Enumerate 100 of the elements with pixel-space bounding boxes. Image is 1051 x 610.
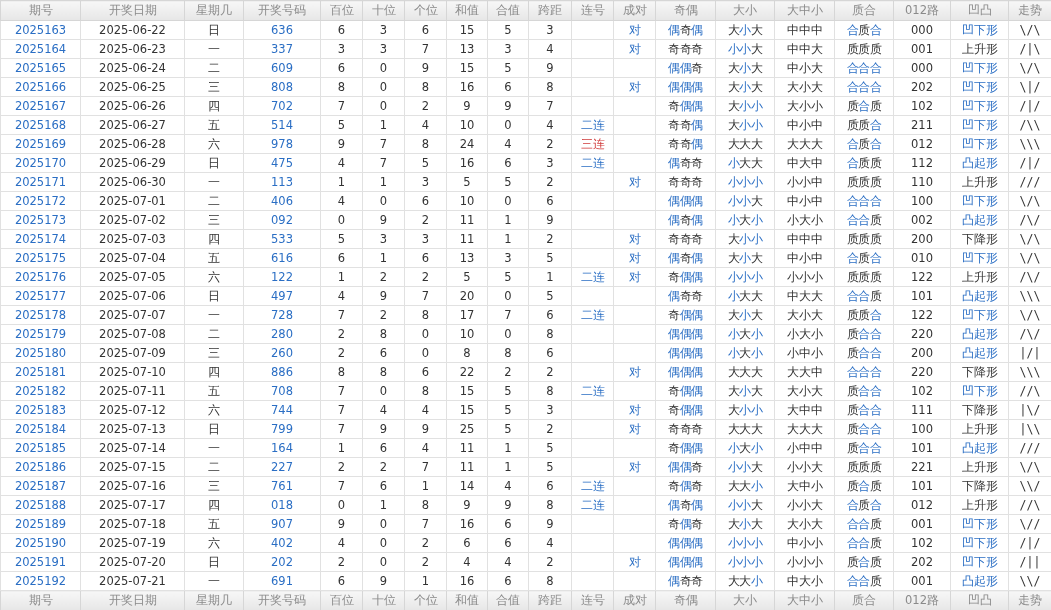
table-cell: 2025-07-13 xyxy=(80,419,185,439)
number-link[interactable]: 113 xyxy=(271,175,293,189)
table-cell: 110 xyxy=(893,172,951,192)
table-cell: 7 xyxy=(404,514,447,534)
table-cell: 大大中 xyxy=(774,362,835,382)
table-cell: 中小大 xyxy=(774,58,835,78)
table-cell: 奇奇奇 xyxy=(655,39,716,59)
column-header: 期号 xyxy=(0,0,81,21)
number-link[interactable]: 164 xyxy=(271,441,293,455)
table-cell: 13 xyxy=(446,248,488,268)
table-cell: 1 xyxy=(362,495,405,515)
table-cell: 2025-06-25 xyxy=(80,77,185,97)
number-link[interactable]: 978 xyxy=(271,137,293,151)
table-cell: 200 xyxy=(893,343,951,363)
table-cell: 凸起形 xyxy=(950,210,1009,230)
table-cell: 2 xyxy=(528,419,572,439)
number-link[interactable]: 406 xyxy=(271,194,293,208)
table-cell: 5 xyxy=(487,381,529,401)
number-link[interactable]: 227 xyxy=(271,460,293,474)
table-cell: 下降形 xyxy=(950,476,1009,496)
table-cell: 大小大 xyxy=(715,514,775,534)
table-cell: 三 xyxy=(184,343,244,363)
table-cell: 0 xyxy=(362,514,405,534)
table-cell: 5 xyxy=(487,419,529,439)
table-cell: 质合合 xyxy=(834,400,894,420)
number-link[interactable]: 018 xyxy=(271,498,293,512)
number-link[interactable]: 260 xyxy=(271,346,293,360)
table-cell: 中中中 xyxy=(774,229,835,249)
number-link[interactable]: 702 xyxy=(271,99,293,113)
table-cell: 上升形 xyxy=(950,495,1009,515)
number-link[interactable]: 708 xyxy=(271,384,293,398)
table-cell: 六 xyxy=(184,134,244,154)
table-cell: 大小大 xyxy=(715,248,775,268)
table-cell: 合合合 xyxy=(834,77,894,97)
table-cell: 二连 xyxy=(571,115,614,135)
table-cell: 一 xyxy=(184,39,244,59)
table-cell: 6 xyxy=(487,153,529,173)
table-cell: 5 xyxy=(487,20,529,40)
table-cell: 奇奇偶 xyxy=(655,115,716,135)
table-cell: 9 xyxy=(320,514,363,534)
table-cell: 8 xyxy=(404,495,447,515)
table-cell: 小中中 xyxy=(774,438,835,458)
table-cell: 2025-06-30 xyxy=(80,172,185,192)
table-cell: 中中大 xyxy=(774,39,835,59)
table-cell: 六 xyxy=(184,267,244,287)
table-cell: 2025-07-10 xyxy=(80,362,185,382)
number-link[interactable]: 636 xyxy=(271,23,293,37)
number-link[interactable]: 744 xyxy=(271,403,293,417)
table-cell: 1 xyxy=(320,172,363,192)
table-cell: 122 xyxy=(893,305,951,325)
number-link[interactable]: 514 xyxy=(271,118,293,132)
table-cell: 合合质 xyxy=(834,571,894,591)
number-link[interactable]: 497 xyxy=(271,289,293,303)
table-cell: 大小大 xyxy=(774,514,835,534)
number-link[interactable]: 337 xyxy=(271,42,293,56)
number-link[interactable]: 402 xyxy=(271,536,293,550)
number-link[interactable]: 691 xyxy=(271,574,293,588)
table-cell: 220 xyxy=(893,362,951,382)
table-cell: 三连 xyxy=(571,134,614,154)
number-link[interactable]: 533 xyxy=(271,232,293,246)
table-cell: 10 xyxy=(446,115,488,135)
number-link[interactable]: 609 xyxy=(271,61,293,75)
table-cell: 二 xyxy=(184,324,244,344)
table-cell: 小小中 xyxy=(774,172,835,192)
table-cell: 合质合 xyxy=(834,20,894,40)
table-cell: 大小小 xyxy=(715,400,775,420)
table-cell: 凸起形 xyxy=(950,324,1009,344)
table-cell: 凹下形 xyxy=(950,134,1009,154)
table-cell: 4 xyxy=(528,533,572,553)
number-link[interactable]: 122 xyxy=(271,270,293,284)
table-cell: 1 xyxy=(487,457,529,477)
table-cell: 2 xyxy=(528,134,572,154)
table-cell: 211 xyxy=(893,115,951,135)
number-link[interactable]: 808 xyxy=(271,80,293,94)
number-link[interactable]: 799 xyxy=(271,422,293,436)
table-cell: 200 xyxy=(893,229,951,249)
table-cell: 0 xyxy=(487,115,529,135)
number-link[interactable]: 616 xyxy=(271,251,293,265)
column-header: 百位 xyxy=(320,0,363,21)
number-link[interactable]: 202 xyxy=(271,555,293,569)
table-cell: 偶偶偶 xyxy=(655,324,716,344)
table-cell: 9 xyxy=(528,58,572,78)
table-cell: 6 xyxy=(320,20,363,40)
table-cell: 8 xyxy=(528,77,572,97)
table-cell: 对 xyxy=(613,39,656,59)
number-link[interactable]: 092 xyxy=(271,213,293,227)
number-link[interactable]: 728 xyxy=(271,308,293,322)
table-cell: 3 xyxy=(528,400,572,420)
number-link[interactable]: 886 xyxy=(271,365,293,379)
table-cell: 2 xyxy=(320,457,363,477)
table-cell: 9 xyxy=(446,495,488,515)
table-cell: 6 xyxy=(528,191,572,211)
column-header: 个位 xyxy=(404,0,447,21)
number-link[interactable]: 475 xyxy=(271,156,293,170)
table-cell: 凸起形 xyxy=(950,438,1009,458)
table-cell: 6 xyxy=(487,533,529,553)
table-cell: 001 xyxy=(893,39,951,59)
number-link[interactable]: 907 xyxy=(271,517,293,531)
number-link[interactable]: 280 xyxy=(271,327,293,341)
number-link[interactable]: 761 xyxy=(271,479,293,493)
